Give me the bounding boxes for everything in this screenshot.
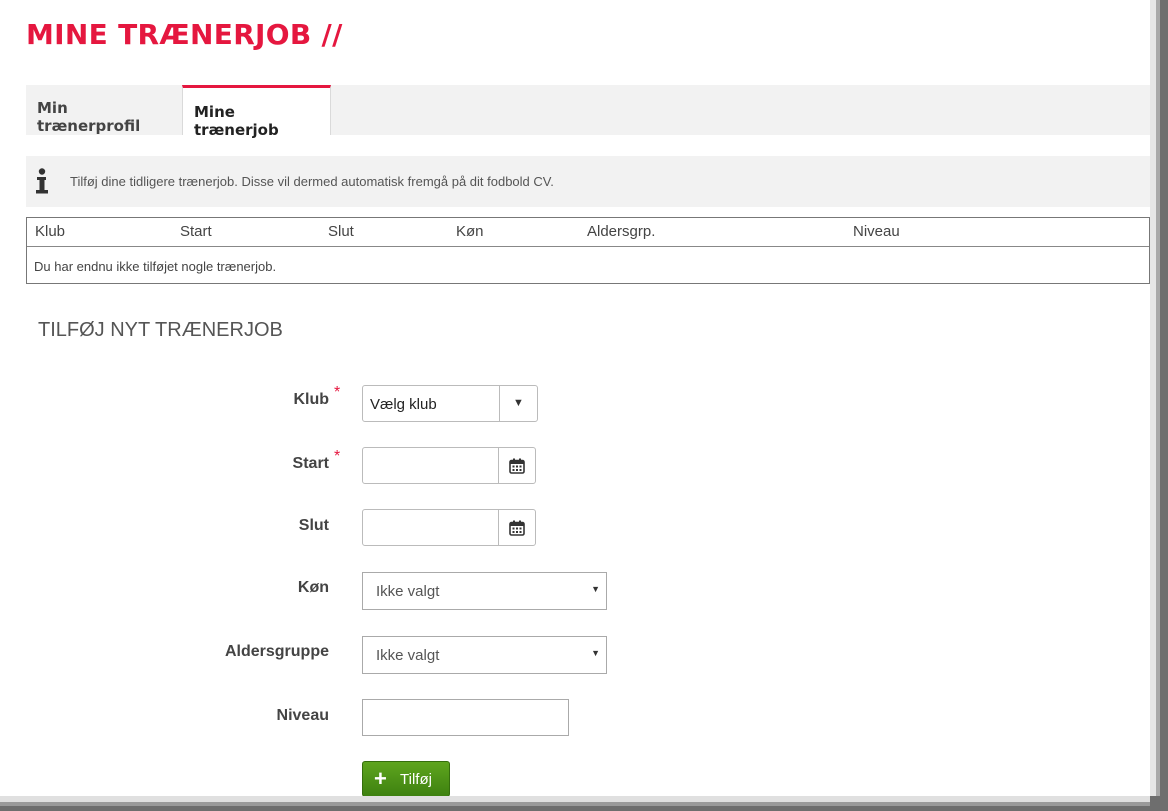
jobs-empty-message: Du har endnu ikke tilføjet nogle trænerj… xyxy=(34,259,277,274)
jobs-table-header: Klub Start Slut Køn Aldersgrp. Niveau xyxy=(27,218,1149,247)
start-calendar-button[interactable] xyxy=(498,447,536,484)
column-header-klub: Klub xyxy=(35,223,66,240)
klub-required-mark: * xyxy=(334,384,341,401)
tab-mine-traenerjob[interactable]: Mine trænerjob xyxy=(182,85,331,139)
add-job-button-label: Tilføj xyxy=(400,771,432,788)
klub-select-value: Vælg klub xyxy=(370,396,437,413)
section-title: TILFØJ NYT TRÆNERJOB xyxy=(38,319,283,341)
slut-calendar-button[interactable] xyxy=(498,509,536,546)
kon-select-value: Ikke valgt xyxy=(376,583,440,600)
start-required-mark: * xyxy=(334,448,341,465)
aldersgruppe-select-value: Ikke valgt xyxy=(376,647,440,664)
info-text: Tilføj dine tidligere trænerjob. Disse v… xyxy=(70,174,554,189)
caret-down-icon: ▼ xyxy=(591,648,600,658)
aldersgruppe-label: Aldersgruppe xyxy=(224,643,329,660)
calendar-icon xyxy=(509,520,525,536)
add-job-button[interactable]: + Tilføj xyxy=(362,761,450,796)
kon-label: Køn xyxy=(297,579,329,596)
column-header-slut: Slut xyxy=(328,223,354,240)
aldersgruppe-select[interactable]: Ikke valgt ▼ xyxy=(362,636,607,674)
page-title: MINE TRÆNERJOB // xyxy=(26,18,343,51)
caret-down-icon: ▼ xyxy=(591,584,600,594)
column-header-kon: Køn xyxy=(456,223,484,240)
column-header-start: Start xyxy=(180,223,212,240)
niveau-input[interactable] xyxy=(362,699,569,736)
tab-bar: Min trænerprofil Mine trænerjob xyxy=(26,85,1150,139)
tab-min-traenerprofil[interactable]: Min trænerprofil xyxy=(26,85,182,135)
jobs-table: Klub Start Slut Køn Aldersgrp. Niveau Du… xyxy=(26,217,1150,284)
calendar-icon xyxy=(509,458,525,474)
info-box: Tilføj dine tidligere trænerjob. Disse v… xyxy=(26,156,1150,207)
column-header-niveau: Niveau xyxy=(853,223,900,240)
info-icon xyxy=(36,168,48,194)
kon-select[interactable]: Ikke valgt ▼ xyxy=(362,572,607,610)
start-date-input[interactable] xyxy=(362,447,499,484)
klub-select[interactable]: Vælg klub ▼ xyxy=(362,385,538,422)
start-label: Start xyxy=(292,455,329,472)
klub-label: Klub xyxy=(293,391,329,408)
slut-date-input[interactable] xyxy=(362,509,499,546)
plus-icon: + xyxy=(374,766,387,791)
column-header-aldersgrp: Aldersgrp. xyxy=(587,223,656,240)
niveau-label: Niveau xyxy=(276,707,329,724)
caret-down-icon[interactable]: ▼ xyxy=(499,386,537,421)
slut-label: Slut xyxy=(298,517,329,534)
page-frame: MINE TRÆNERJOB // Min trænerprofil Mine … xyxy=(0,0,1150,796)
